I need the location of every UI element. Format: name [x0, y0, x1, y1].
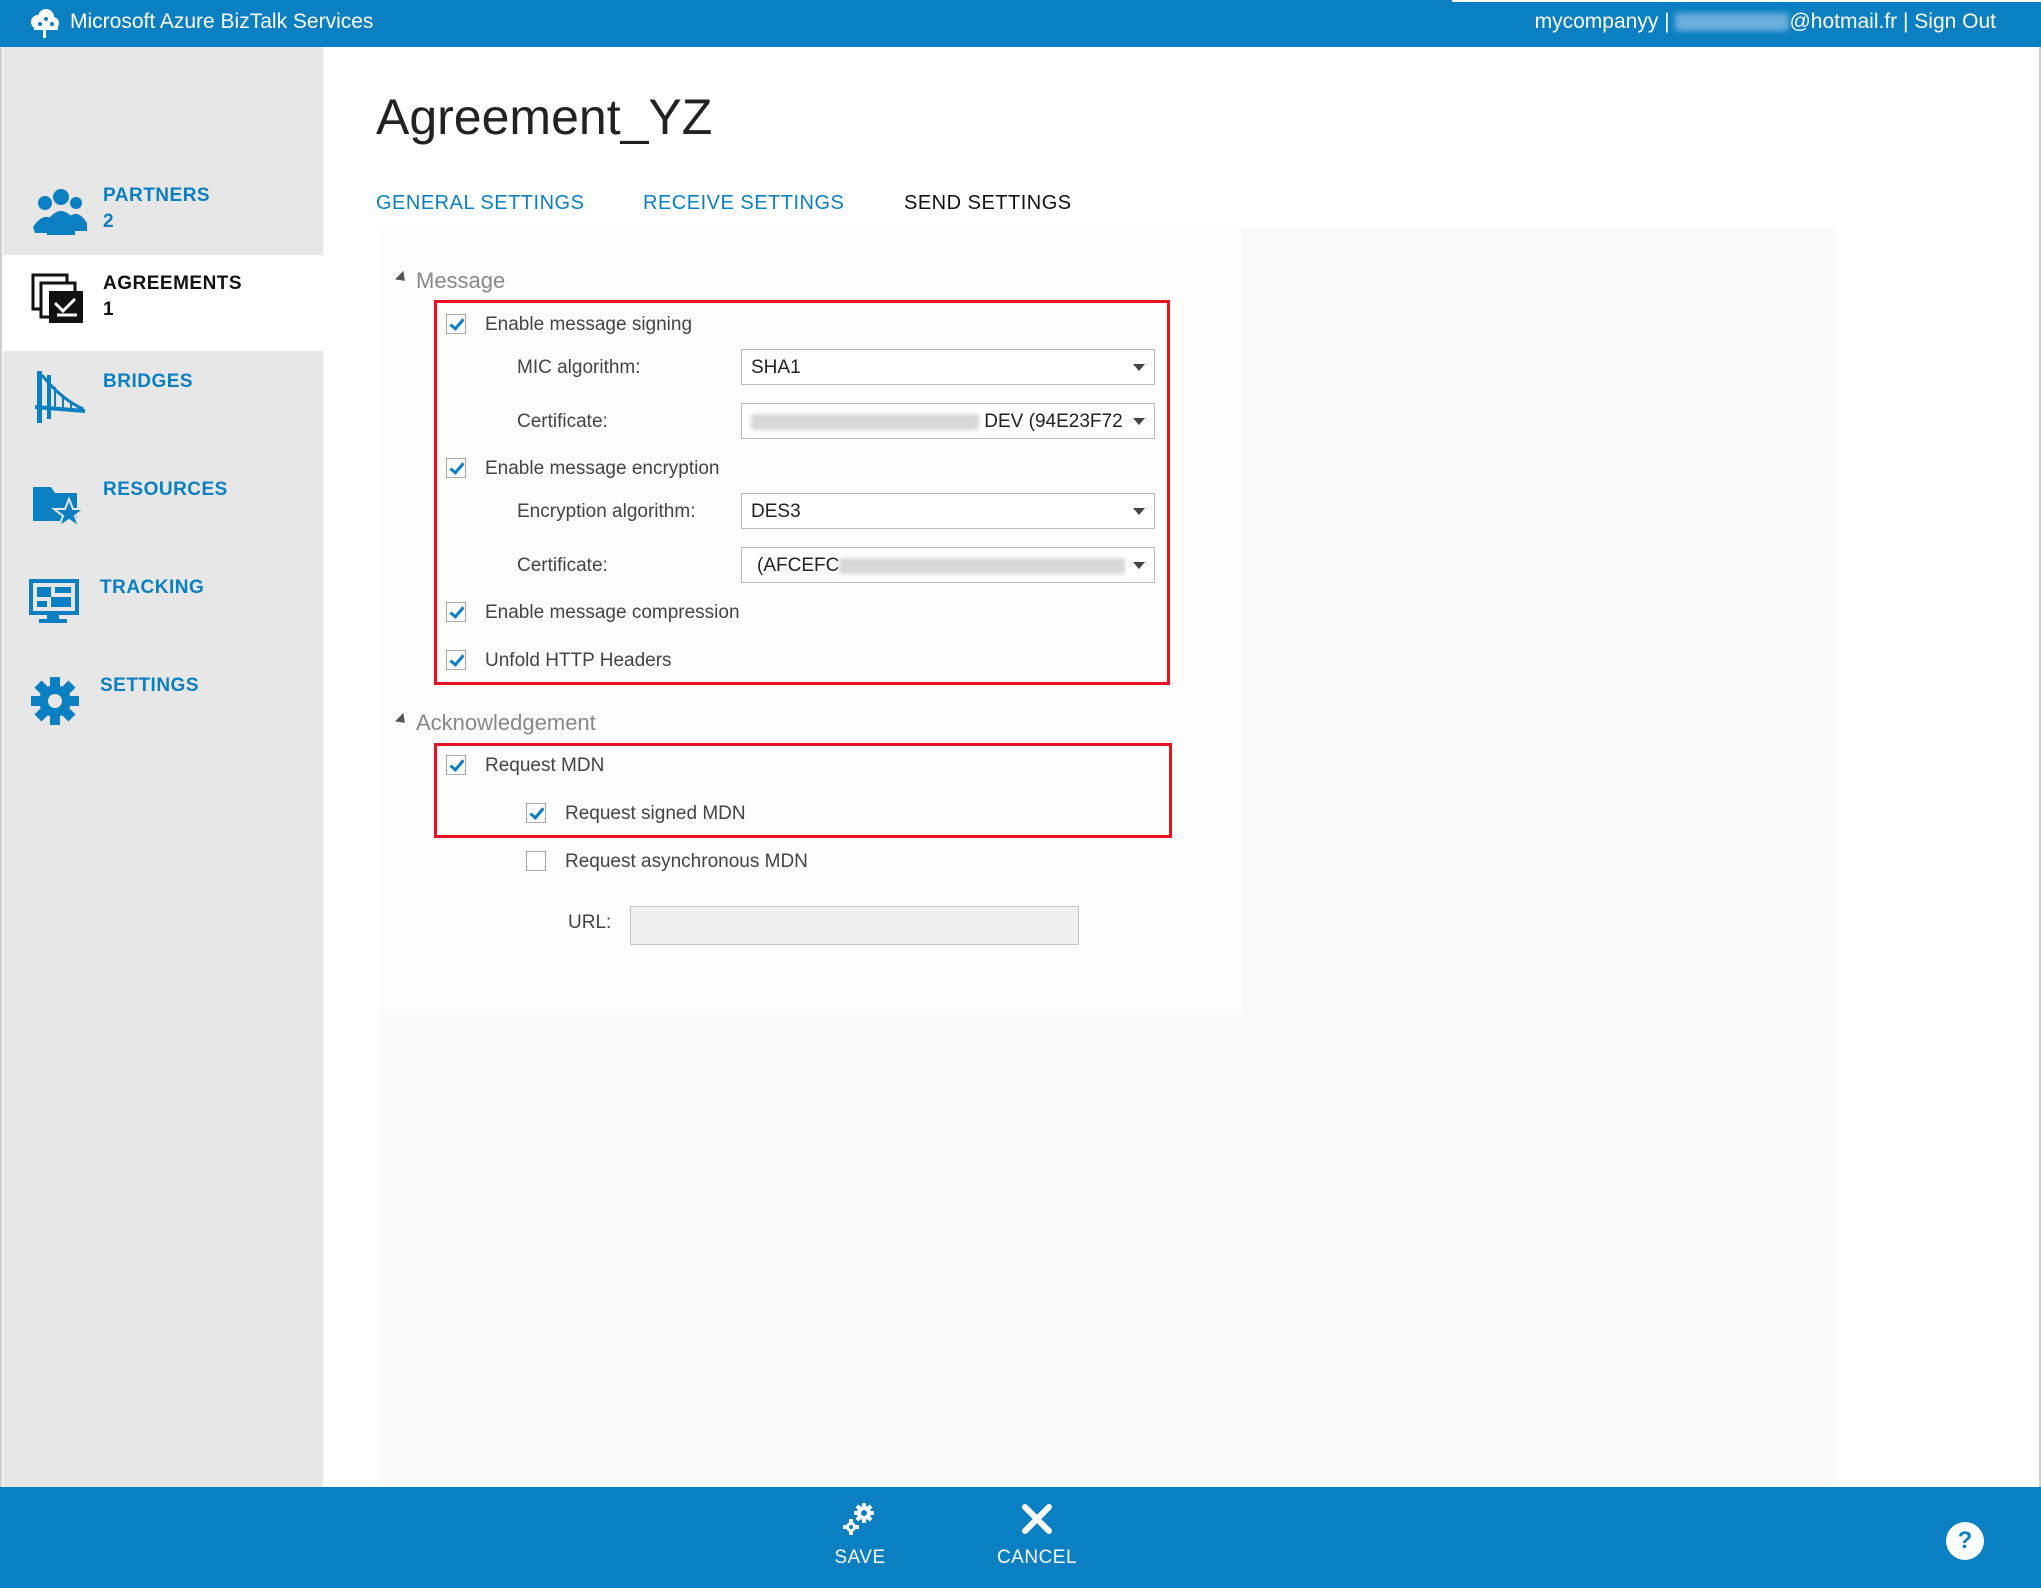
encryption-certificate-value-wrap: (AFCEFC	[757, 555, 1126, 577]
sign-out-link[interactable]: Sign Out	[1914, 10, 1996, 33]
resources-icon	[33, 487, 87, 530]
chevron-down-icon	[1133, 364, 1145, 371]
sidebar-item-label: RESOURCES	[103, 479, 228, 500]
sidebar: PARTNERS 2 AGREEMENTS 1 BRIDGES RESOURCE…	[3, 47, 323, 1487]
encryption-algorithm-select[interactable]: DES3	[741, 493, 1155, 529]
mic-algorithm-value: SHA1	[751, 357, 801, 378]
enable-encryption-label: Enable message encryption	[485, 458, 720, 479]
sidebar-item-label: SETTINGS	[100, 675, 200, 696]
sidebar-item-label: PARTNERS	[103, 185, 211, 206]
request-signed-mdn-label: Request signed MDN	[565, 803, 746, 824]
sidebar-item-settings[interactable]: SETTINGS	[3, 657, 323, 753]
encryption-algorithm-value: DES3	[751, 501, 801, 522]
request-async-mdn-checkbox[interactable]	[526, 851, 546, 871]
bridge-icon	[34, 371, 86, 423]
page-title: Agreement_YZ	[376, 89, 713, 145]
help-button[interactable]: ?	[1946, 1522, 1984, 1560]
close-icon	[1022, 1504, 1052, 1534]
tab-receive-settings[interactable]: RECEIVE SETTINGS	[643, 192, 844, 215]
save-button-label: SAVE	[834, 1547, 886, 1568]
tab-general-settings[interactable]: GENERAL SETTINGS	[376, 192, 584, 215]
sidebar-item-bridges[interactable]: BRIDGES	[3, 353, 323, 449]
sidebar-item-count: 1	[103, 299, 114, 320]
unfold-headers-checkbox[interactable]	[446, 650, 466, 670]
tab-send-settings[interactable]: SEND SETTINGS	[904, 192, 1072, 215]
signing-certificate-label: Certificate:	[517, 411, 608, 432]
encryption-certificate-value: (AFCEFC	[757, 555, 840, 576]
mic-algorithm-label: MIC algorithm:	[517, 357, 641, 378]
encryption-algorithm-label: Encryption algorithm:	[517, 501, 696, 522]
signing-certificate-value: DEV (94E23F72	[984, 411, 1123, 432]
sidebar-item-partners[interactable]: PARTNERS 2	[3, 167, 323, 263]
save-button[interactable]: SAVE	[800, 1501, 920, 1581]
redacted-email	[1675, 13, 1790, 32]
sidebar-item-resources[interactable]: RESOURCES	[3, 461, 323, 557]
request-mdn-checkbox[interactable]	[446, 755, 466, 775]
mic-algorithm-select[interactable]: SHA1	[741, 349, 1155, 385]
request-signed-mdn-checkbox[interactable]	[526, 803, 546, 823]
enable-compression-checkbox[interactable]	[446, 602, 466, 622]
chevron-down-icon	[1133, 418, 1145, 425]
gear-icon	[31, 677, 79, 725]
bottom-command-bar: SAVE CANCEL	[0, 1487, 2041, 1588]
redacted-text	[839, 557, 1126, 574]
signing-certificate-value-wrap: DEV (94E23F72	[751, 411, 1123, 433]
url-label: URL:	[568, 912, 612, 933]
request-mdn-label: Request MDN	[485, 755, 605, 776]
request-async-mdn-label: Request asynchronous MDN	[565, 851, 808, 872]
account-area: mycompanyy | @hotmail.fr | Sign Out	[1535, 10, 1996, 34]
sidebar-item-label: BRIDGES	[103, 371, 194, 392]
unfold-headers-label: Unfold HTTP Headers	[485, 650, 672, 671]
azure-cloud-logo-icon	[31, 9, 59, 38]
chevron-down-icon	[1133, 562, 1145, 569]
save-gears-icon	[843, 1503, 874, 1535]
signing-certificate-select[interactable]: DEV (94E23F72	[741, 403, 1155, 439]
section-message-title: Message	[416, 268, 506, 293]
enable-compression-label: Enable message compression	[485, 602, 740, 623]
agreements-icon	[31, 273, 83, 323]
url-input[interactable]	[630, 906, 1079, 945]
sidebar-item-tracking[interactable]: TRACKING	[3, 559, 323, 655]
section-acknowledgement-title: Acknowledgement	[416, 710, 596, 735]
enable-signing-label: Enable message signing	[485, 314, 693, 335]
sidebar-item-agreements[interactable]: AGREEMENTS 1	[3, 255, 323, 351]
redacted-text	[751, 413, 979, 430]
sidebar-item-label: AGREEMENTS	[103, 273, 243, 294]
sidebar-item-label: TRACKING	[100, 577, 205, 598]
top-bar: Microsoft Azure BizTalk Services mycompa…	[0, 0, 2041, 47]
encryption-certificate-select[interactable]: (AFCEFC	[741, 547, 1155, 583]
app-title: Microsoft Azure BizTalk Services	[70, 10, 374, 33]
partners-icon	[33, 189, 87, 235]
enable-signing-checkbox[interactable]	[446, 314, 466, 334]
account-name: mycompanyy |	[1534, 10, 1670, 33]
account-email-domain: @hotmail.fr |	[1789, 10, 1909, 33]
header-divider	[1452, 0, 2041, 2]
chevron-down-icon	[1133, 508, 1145, 515]
sidebar-item-count: 2	[103, 211, 114, 232]
encryption-certificate-label: Certificate:	[517, 555, 608, 576]
cancel-button[interactable]: CANCEL	[977, 1501, 1097, 1581]
tracking-icon	[29, 579, 79, 623]
enable-encryption-checkbox[interactable]	[446, 458, 466, 478]
cancel-button-label: CANCEL	[996, 1547, 1078, 1568]
